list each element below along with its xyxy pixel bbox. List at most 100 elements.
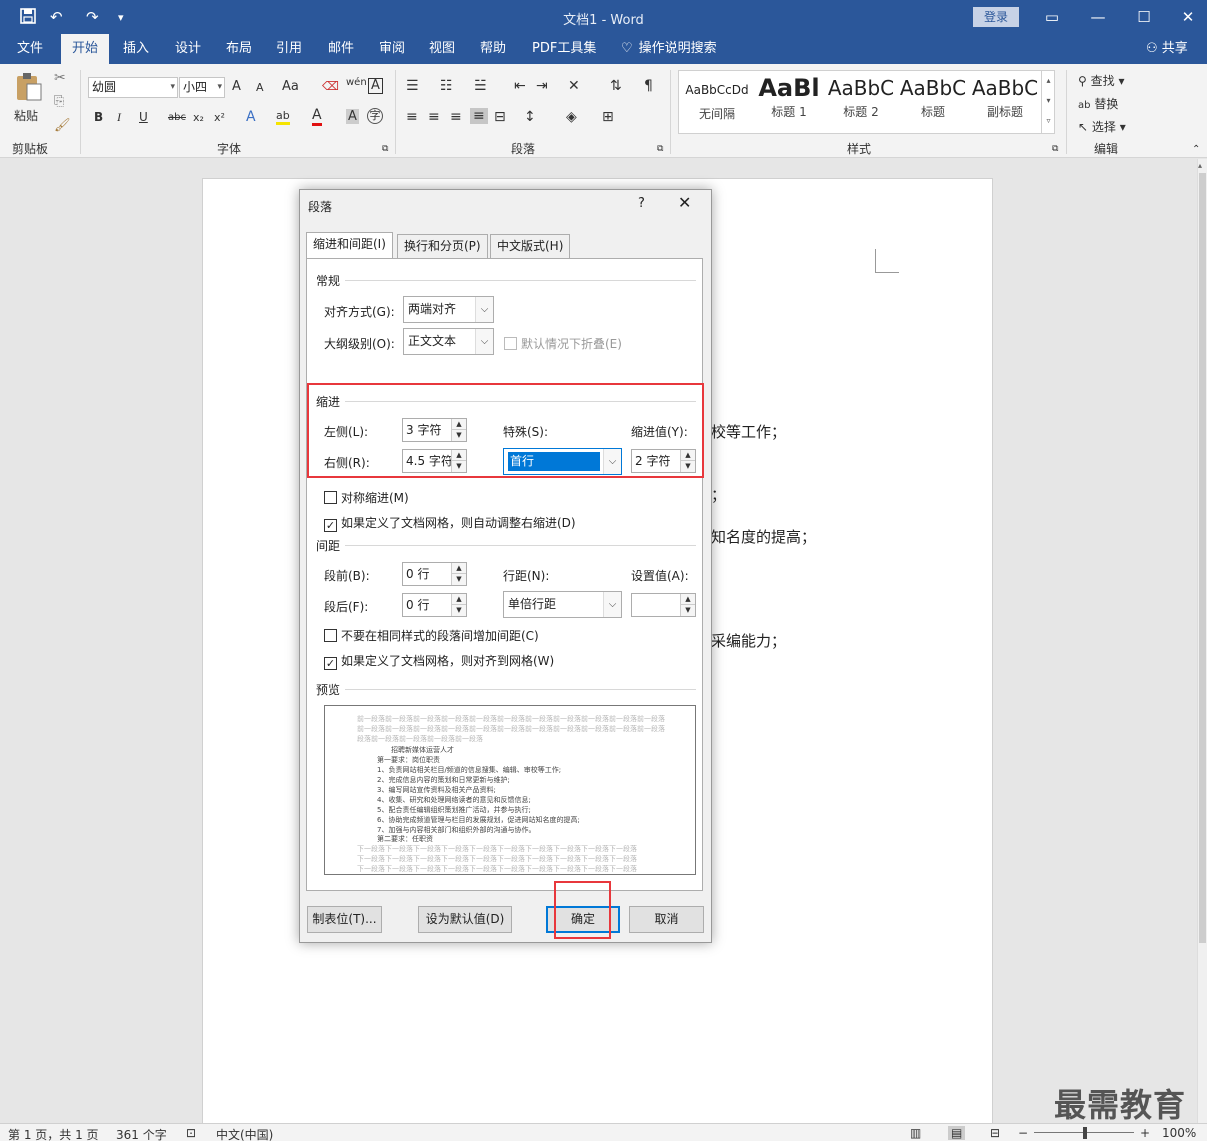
line-spacing-select[interactable]: 单倍行距 ⌵ [503,591,622,618]
scroll-up-icon[interactable]: ▴ [1198,161,1202,170]
tab-indents-spacing[interactable]: 缩进和间距(I) [306,232,393,259]
grow-font-icon[interactable]: A [232,79,241,94]
language-indicator[interactable]: 中文(中国) [216,1126,273,1141]
show-marks-icon[interactable]: ¶ [644,78,653,94]
tab-design[interactable]: 设计 [169,34,207,64]
paste-button[interactable]: 粘贴 [14,72,44,124]
alignment-select[interactable]: 两端对齐 ⌵ [403,296,494,323]
zoom-in-icon[interactable]: + [1140,1126,1150,1140]
tab-layout[interactable]: 布局 [220,34,258,64]
cancel-button[interactable]: 取消 [629,906,704,933]
subscript-icon[interactable]: x₂ [193,111,204,124]
login-button[interactable]: 登录 [973,7,1019,27]
font-dialog-launcher-icon[interactable]: ⧉ [382,144,388,154]
spacing-at-spinner[interactable]: ▲ ▼ [631,593,696,617]
tab-line-page-breaks[interactable]: 换行和分页(P) [397,234,488,258]
dialog-close-button[interactable]: ✕ [678,193,691,212]
space-before-spinner[interactable]: 0 行 ▲ ▼ [402,562,467,586]
tab-review[interactable]: 审阅 [373,34,411,64]
align-left-icon[interactable]: ≡ [406,109,418,125]
page-count[interactable]: 第 1 页，共 1 页 [8,1126,99,1141]
auto-adjust-right-indent-checkbox[interactable]: ✓ 如果定义了文档网格，则自动调整右缩进(D) [324,514,576,532]
styles-scroll[interactable]: ▴ ▾ ▿ [1041,71,1055,133]
chinese-layout-icon[interactable]: ✕ [568,78,580,94]
align-right-icon[interactable]: ≡ [450,109,462,125]
spin-down-icon[interactable]: ▼ [680,605,695,616]
web-layout-icon[interactable]: ⊟ [990,1126,1000,1140]
find-button[interactable]: ⚲ 查找 ▾ [1078,72,1124,89]
increase-indent-icon[interactable]: ⇥ [536,78,548,94]
phonetic-guide-icon[interactable]: wén [346,77,367,88]
tab-help[interactable]: 帮助 [474,34,512,64]
font-size-combo[interactable]: 小四 ▾ [179,77,225,98]
space-after-spinner[interactable]: 0 行 ▲ ▼ [402,593,467,617]
style-title[interactable]: AaBbC 标题 [897,73,969,131]
shrink-font-icon[interactable]: A [256,81,264,94]
spin-down-icon[interactable]: ▼ [451,574,466,585]
tab-home[interactable]: 开始 [61,34,109,64]
change-case-icon[interactable]: Aa [282,79,299,94]
spin-down-icon[interactable]: ▼ [451,605,466,616]
tab-asian-typography[interactable]: 中文版式(H) [490,234,571,258]
print-layout-icon[interactable]: ▤ [948,1126,966,1140]
distributed-icon[interactable]: ⊟ [494,109,506,125]
no-space-same-style-checkbox[interactable]: 不要在相同样式的段落间增加间距(C) [324,627,539,644]
collapse-by-default-checkbox[interactable]: 默认情况下折叠(E) [504,335,622,352]
paragraph-dialog-launcher-icon[interactable]: ⧉ [657,144,663,154]
strikethrough-icon[interactable]: abc [168,112,186,123]
italic-icon[interactable]: I [117,110,121,125]
ribbon-display-options-icon[interactable]: ▭ [1032,4,1072,30]
character-border-icon[interactable]: A [368,78,383,94]
snap-to-grid-checkbox[interactable]: ✓ 如果定义了文档网格，则对齐到网格(W) [324,652,554,670]
tab-insert[interactable]: 插入 [117,34,155,64]
select-button[interactable]: ↖ 选择 ▾ [1078,118,1126,135]
bullets-icon[interactable]: ☰ [406,78,419,94]
outline-level-select[interactable]: 正文文本 ⌵ [403,328,494,355]
style-no-spacing[interactable]: AaBbCcDd 无间隔 [681,75,753,133]
cut-icon[interactable]: ✂ [54,70,66,86]
tab-references[interactable]: 引用 [270,34,308,64]
style-subtitle[interactable]: AaBbC 副标题 [969,73,1041,131]
tab-pdf-tools[interactable]: PDF工具集 [526,34,602,64]
zoom-out-icon[interactable]: − [1018,1126,1028,1140]
character-shading-icon[interactable]: A [346,109,359,124]
collapse-ribbon-icon[interactable]: ⌃ [1192,144,1200,155]
numbering-icon[interactable]: ☷ [440,78,453,94]
spin-up-icon[interactable]: ▲ [451,594,466,605]
replace-button[interactable]: ab 替换 [1078,95,1118,112]
style-heading-1[interactable]: AaBl 标题 1 [753,73,825,131]
format-painter-icon[interactable]: 🖌 [54,118,71,133]
style-heading-2[interactable]: AaBbC 标题 2 [825,73,897,131]
zoom-level[interactable]: 100% [1162,1126,1196,1140]
clear-formatting-icon[interactable]: ⌫ [322,79,339,93]
tab-view[interactable]: 视图 [423,34,461,64]
borders-icon[interactable]: ⊞ [602,109,614,125]
shading-icon[interactable]: ◈ [566,109,577,125]
bold-icon[interactable]: B [94,110,103,124]
line-spacing-icon[interactable]: ↕ [524,109,536,125]
superscript-icon[interactable]: x² [214,111,225,124]
multilevel-list-icon[interactable]: ☱ [474,78,487,94]
font-color-icon[interactable]: A [312,108,322,126]
tab-mailings[interactable]: 邮件 [322,34,360,64]
enclose-character-icon[interactable]: 字 [367,108,383,124]
sort-icon[interactable]: ⇅ [610,78,622,94]
vertical-scrollbar[interactable]: ▴ [1197,159,1207,1123]
underline-icon[interactable]: U [139,110,148,124]
read-mode-icon[interactable]: ▥ [910,1126,921,1140]
text-effects-icon[interactable]: A [246,109,256,125]
styles-dialog-launcher-icon[interactable]: ⧉ [1052,144,1058,154]
decrease-indent-icon[interactable]: ⇤ [514,78,526,94]
word-count[interactable]: 361 个字 [116,1126,167,1141]
maximize-button[interactable]: ☐ [1124,4,1164,30]
align-center-icon[interactable]: ≡ [428,109,440,125]
share-button[interactable]: ⚇ 共享 [1140,34,1194,64]
tell-me-search[interactable]: ♡ 操作说明搜索 [615,34,723,64]
justify-icon[interactable]: ≡ [470,108,488,124]
highlight-icon[interactable]: ab [276,109,290,125]
tabs-button[interactable]: 制表位(T)... [307,906,382,933]
mirror-indents-checkbox[interactable]: 对称缩进(M) [324,489,409,506]
spin-up-icon[interactable]: ▲ [451,563,466,574]
tab-file[interactable]: 文件 [11,34,49,64]
scrollbar-thumb[interactable] [1199,173,1206,943]
